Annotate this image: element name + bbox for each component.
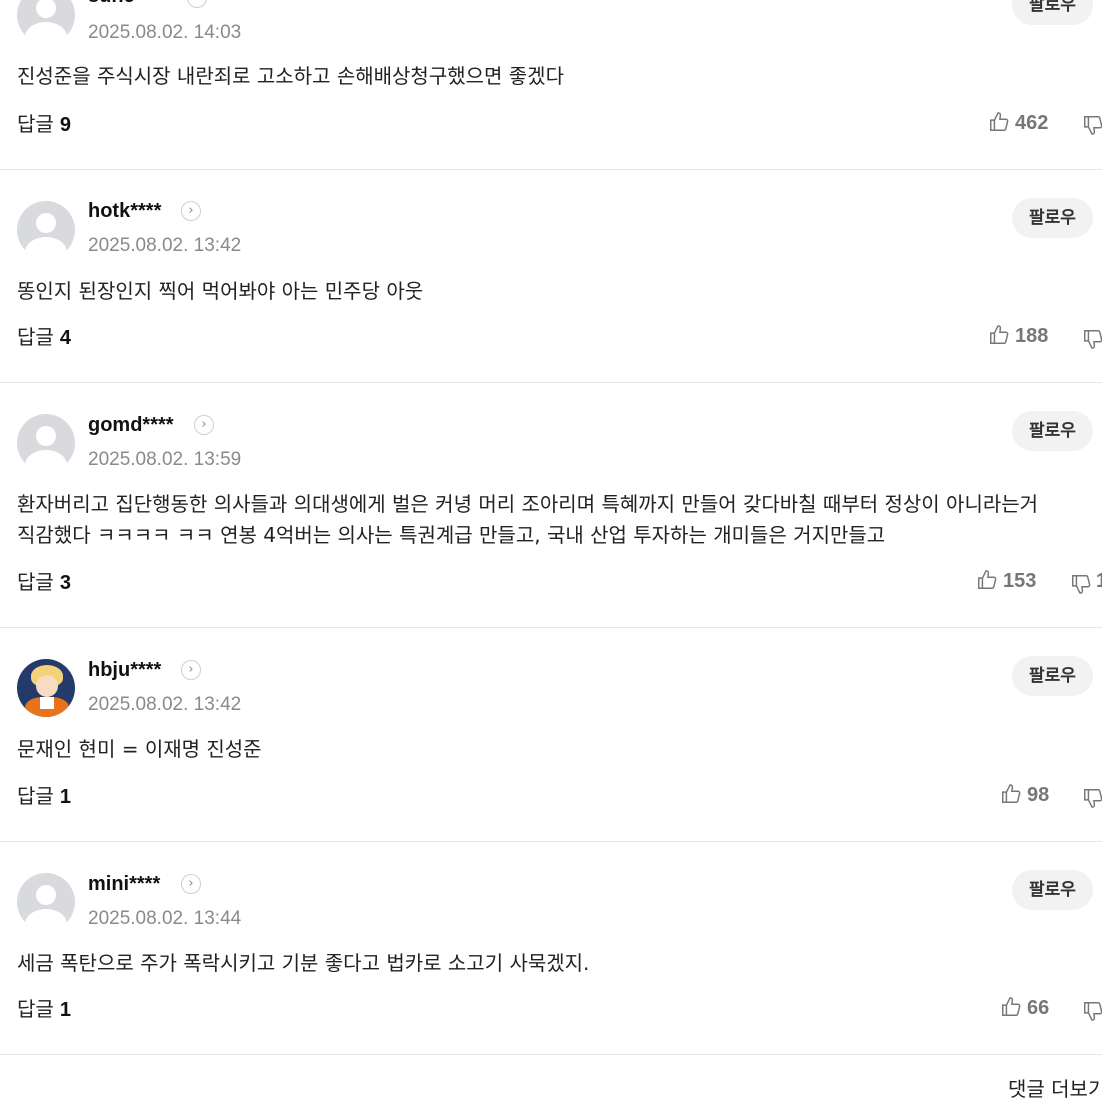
chevron-right-icon[interactable]: › [181,201,201,221]
divider [0,382,1102,383]
reply-count: 4 [59,327,71,349]
reply-label: 답글 [17,570,54,594]
follow-button[interactable]: 팔로우 [1012,198,1093,238]
thumbs-down-icon[interactable] [1082,328,1102,354]
like-count: 66 [1027,997,1050,1019]
reply-label: 답글 [17,112,54,136]
comment-text: 진성준을 주식시장 내란죄로 고소하고 손해배상청구했으면 좋겠다 [17,64,564,88]
chevron-right-icon[interactable]: › [181,874,201,894]
like-count: 188 [1015,325,1049,347]
default-avatar[interactable] [17,873,75,931]
divider [0,169,1102,170]
chevron-right-icon[interactable]: › [181,660,201,680]
thumbs-up-icon [1002,997,1021,1016]
dislike-count: 1 [1096,570,1102,592]
like-button[interactable]: 188 [988,323,1048,349]
nickname[interactable]: mini**** [88,872,160,896]
reply-count: 1 [59,999,71,1021]
follow-button[interactable]: 팔로우 [1012,656,1093,696]
thumbs-down-icon[interactable] [1082,1000,1102,1026]
divider [0,841,1102,842]
thumbs-down-icon[interactable] [1070,573,1092,599]
more-comments-link[interactable]: 댓글 더보기 [1008,1076,1102,1102]
comment-date: 2025.08.02. 13:42 [88,235,242,256]
thumbs-down-icon[interactable] [1082,787,1102,813]
reply-button[interactable]: 답글 3 [17,569,71,596]
thumbs-up-icon [978,570,997,589]
like-button[interactable]: 98 [1000,782,1049,808]
chevron-right-icon[interactable]: › [187,0,207,8]
follow-button[interactable]: 팔로우 [1012,0,1093,25]
comment-text-line2: 직감했다 ㅋㅋㅋㅋ ㅋㅋ 연봉 4억버는 의사는 특권계급 만들고, 국내 산업… [17,523,886,547]
nickname[interactable]: sunc**** [88,0,166,8]
follow-button[interactable]: 팔로우 [1012,870,1093,910]
reply-count: 9 [59,114,71,136]
reply-label: 답글 [17,325,54,349]
nickname[interactable]: hbju**** [88,658,161,682]
comment-text: 똥인지 된장인지 찍어 먹어봐야 아는 민주당 아웃 [17,279,424,303]
comment-date: 2025.08.02. 14:03 [88,22,242,43]
comment-date: 2025.08.02. 13:44 [88,908,242,929]
like-button[interactable]: 66 [1000,995,1049,1021]
nickname[interactable]: gomd**** [88,413,174,437]
like-count: 153 [1003,570,1037,592]
like-button[interactable]: 153 [976,568,1036,594]
like-count: 98 [1027,784,1050,806]
comment-date: 2025.08.02. 13:59 [88,449,242,470]
reply-count: 3 [59,572,71,594]
comment-text: 문재인 현미 = 이재명 진성준 [17,737,262,761]
thumbs-up-icon [990,112,1009,131]
divider [0,1054,1102,1055]
reply-button[interactable]: 답글 4 [17,324,71,351]
follow-button[interactable]: 팔로우 [1012,411,1093,451]
divider [0,627,1102,628]
nickname[interactable]: hotk**** [88,199,161,223]
photo-avatar[interactable] [17,659,75,717]
default-avatar[interactable] [17,201,75,259]
like-button[interactable]: 462 [988,110,1048,136]
thumbs-down-icon[interactable] [1082,114,1102,140]
reply-label: 답글 [17,997,54,1021]
comment-date: 2025.08.02. 13:42 [88,694,242,715]
default-avatar[interactable] [17,0,75,44]
like-count: 462 [1015,112,1049,134]
reply-count: 1 [59,786,71,808]
thumbs-up-icon [990,325,1009,344]
reply-button[interactable]: 답글 1 [17,996,71,1023]
reply-button[interactable]: 답글 9 [17,111,71,138]
default-avatar[interactable] [17,414,75,472]
thumbs-up-icon [1002,784,1021,803]
reply-label: 답글 [17,784,54,808]
comment-text: 세금 폭탄으로 주가 폭락시키고 기분 좋다고 법카로 소고기 사묵겠지. [17,951,590,975]
chevron-right-icon[interactable]: › [194,415,214,435]
reply-button[interactable]: 답글 1 [17,783,71,810]
